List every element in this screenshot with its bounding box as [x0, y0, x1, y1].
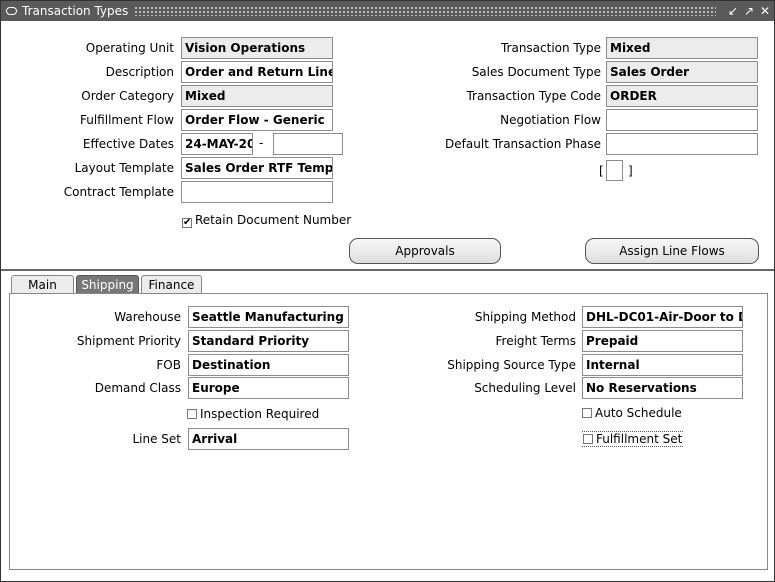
operating-unit-field[interactable]: Vision Operations	[181, 37, 333, 59]
order-category-field[interactable]: Mixed	[181, 85, 333, 107]
fob-label: FOB	[156, 358, 181, 372]
effective-dates-separator: -	[259, 136, 264, 150]
auto-schedule-label: Auto Schedule	[595, 406, 682, 420]
minimize-icon[interactable]: ↙	[726, 3, 740, 19]
auto-schedule-checkbox[interactable]: Auto Schedule	[582, 406, 682, 420]
shipping-source-type-label: Shipping Source Type	[447, 358, 576, 372]
negotiation-flow-field[interactable]	[606, 109, 758, 131]
negotiation-flow-label: Negotiation Flow	[500, 113, 601, 127]
retain-document-number-label: Retain Document Number	[195, 213, 352, 227]
descriptive-flexfield[interactable]	[606, 160, 623, 181]
description-label: Description	[105, 65, 174, 79]
fulfillment-set-label: Fulfillment Set	[596, 432, 683, 446]
window-title: Transaction Types	[22, 4, 129, 18]
window-menu-icon[interactable]	[6, 7, 17, 15]
dff-right-bracket: ]	[628, 164, 633, 178]
warehouse-label: Warehouse	[114, 310, 181, 324]
fulfillment-flow-field[interactable]: Order Flow - Generic	[181, 109, 333, 131]
dff-left-bracket: [	[599, 164, 604, 178]
effective-date-from-field[interactable]: 24-MAY-200	[181, 133, 253, 155]
fob-field[interactable]: Destination	[188, 354, 349, 376]
scheduling-level-field[interactable]: No Reservations	[582, 377, 743, 399]
maximize-icon[interactable]: ↗	[742, 3, 756, 19]
line-set-field[interactable]: Arrival	[188, 428, 349, 450]
inspection-required-checkbox[interactable]: Inspection Required	[187, 407, 319, 421]
demand-class-label: Demand Class	[94, 381, 181, 395]
tab-finance[interactable]: Finance	[141, 275, 202, 294]
inspection-required-box-icon	[187, 409, 197, 419]
sales-document-type-label: Sales Document Type	[471, 65, 601, 79]
layout-template-label: Layout Template	[74, 161, 174, 175]
demand-class-field[interactable]: Europe	[188, 377, 349, 399]
shipment-priority-field[interactable]: Standard Priority	[188, 330, 349, 352]
default-transaction-phase-field[interactable]	[606, 133, 758, 155]
layout-template-field[interactable]: Sales Order RTF Templ	[181, 157, 333, 179]
shipment-priority-label: Shipment Priority	[76, 334, 181, 348]
transaction-type-field[interactable]: Mixed	[606, 37, 758, 59]
transaction-type-label: Transaction Type	[500, 41, 601, 55]
title-bar[interactable]: Transaction Types ↙ ↗ ✕	[1, 1, 774, 21]
contract-template-label: Contract Template	[63, 185, 174, 199]
transaction-type-code-field[interactable]: ORDER	[606, 85, 758, 107]
fulfillment-flow-label: Fulfillment Flow	[79, 113, 174, 127]
default-transaction-phase-label: Default Transaction Phase	[445, 137, 601, 151]
tab-shipping[interactable]: Shipping	[76, 275, 139, 294]
transaction-types-window: Transaction Types ↙ ↗ ✕ Operating Unit V…	[0, 0, 775, 582]
close-icon[interactable]: ✕	[758, 3, 772, 19]
description-field[interactable]: Order and Return Lines	[181, 61, 333, 83]
sales-document-type-field[interactable]: Sales Order	[606, 61, 758, 83]
freight-terms-field[interactable]: Prepaid	[582, 330, 743, 352]
scheduling-level-label: Scheduling Level	[474, 381, 576, 395]
retain-document-number-check-icon: ✔	[182, 217, 192, 228]
title-bar-texture	[134, 6, 716, 16]
inspection-required-label: Inspection Required	[200, 407, 320, 421]
operating-unit-label: Operating Unit	[85, 41, 174, 55]
auto-schedule-box-icon	[582, 408, 592, 418]
effective-dates-label: Effective Dates	[82, 137, 174, 151]
fulfillment-set-box-icon	[583, 434, 593, 444]
retain-document-number-checkbox[interactable]: ✔ Retain Document Number	[182, 213, 351, 228]
fulfillment-set-checkbox[interactable]: Fulfillment Set	[582, 431, 684, 447]
tab-main[interactable]: Main	[11, 275, 74, 294]
effective-date-to-field[interactable]	[273, 133, 343, 155]
approvals-button[interactable]: Approvals	[349, 238, 501, 264]
contract-template-field[interactable]	[181, 181, 333, 203]
warehouse-field[interactable]: Seattle Manufacturing	[188, 306, 349, 328]
freight-terms-label: Freight Terms	[495, 334, 577, 348]
shipping-source-type-field[interactable]: Internal	[582, 354, 743, 376]
transaction-type-code-label: Transaction Type Code	[466, 89, 601, 103]
header-separator	[1, 269, 774, 271]
order-category-label: Order Category	[81, 89, 174, 103]
line-set-label: Line Set	[132, 432, 181, 446]
shipping-method-field[interactable]: DHL-DC01-Air-Door to Doo	[582, 306, 743, 328]
shipping-method-label: Shipping Method	[474, 310, 576, 324]
assign-line-flows-button[interactable]: Assign Line Flows	[585, 238, 759, 264]
